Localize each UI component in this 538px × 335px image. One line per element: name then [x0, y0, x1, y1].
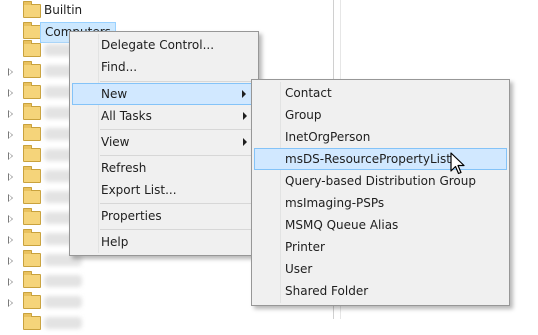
menu-separator [100, 81, 255, 82]
submenu-item-group[interactable]: Group [254, 104, 507, 126]
submenu-item-user[interactable]: User [254, 258, 507, 280]
folder-icon [23, 61, 41, 78]
folder-icon [23, 292, 41, 309]
menu-item-label: Printer [285, 240, 325, 254]
tree-item[interactable] [0, 313, 330, 335]
submenu-item-contact[interactable]: Contact [254, 82, 507, 104]
submenu-item-inetorgperson[interactable]: InetOrgPerson [254, 126, 507, 148]
context-menu: Delegate Control... Find... New All Task… [69, 31, 259, 256]
folder-icon [23, 22, 41, 39]
folder-icon [23, 208, 41, 225]
expand-arrow-icon[interactable] [8, 194, 13, 202]
submenu-item-msmq-queue-alias[interactable]: MSMQ Queue Alias [254, 214, 507, 236]
folder-icon [23, 145, 41, 162]
expand-arrow-icon[interactable] [8, 236, 13, 244]
menu-item-label: InetOrgPerson [285, 130, 371, 144]
expand-arrow-icon[interactable] [8, 173, 13, 181]
submenu-arrow-icon [243, 138, 247, 146]
menu-item-all-tasks[interactable]: All Tasks [72, 105, 256, 127]
submenu-item-printer[interactable]: Printer [254, 236, 507, 258]
folder-icon [23, 40, 41, 57]
folder-icon [23, 103, 41, 120]
menu-item-label: All Tasks [101, 109, 152, 123]
expand-arrow-icon[interactable] [8, 68, 13, 76]
mouse-pointer-icon [450, 152, 465, 175]
menu-item-delegate-control[interactable]: Delegate Control... [72, 34, 256, 56]
folder-icon [23, 82, 41, 99]
redacted-label [44, 296, 82, 308]
menu-item-refresh[interactable]: Refresh [72, 157, 256, 179]
submenu-arrow-icon [242, 90, 246, 98]
menu-item-label: New [101, 87, 128, 101]
expand-arrow-icon[interactable] [8, 278, 13, 286]
menu-item-label: Group [285, 108, 322, 122]
menu-item-new[interactable]: New [72, 83, 256, 105]
menu-item-label: Refresh [101, 161, 147, 175]
menu-item-label: Find... [101, 60, 138, 74]
menu-separator [100, 155, 255, 156]
menu-item-label: View [101, 135, 130, 149]
folder-icon [23, 187, 41, 204]
expand-arrow-icon[interactable] [8, 299, 13, 307]
folder-icon [23, 166, 41, 183]
folder-icon [23, 250, 41, 267]
menu-separator [100, 129, 255, 130]
menu-item-label: Export List... [101, 183, 177, 197]
folder-icon [23, 124, 41, 141]
submenu-item-shared-folder[interactable]: Shared Folder [254, 280, 507, 302]
menu-item-label: Help [101, 235, 129, 249]
menu-item-view[interactable]: View [72, 131, 256, 153]
menu-item-properties[interactable]: Properties [72, 205, 256, 227]
submenu-item-query-based-distribution-group[interactable]: Query-based Distribution Group [254, 170, 507, 192]
submenu-item-msds-resourcepropertylist[interactable]: msDS-ResourcePropertyList [254, 148, 507, 170]
menu-item-label: Delegate Control... [101, 38, 215, 52]
menu-item-label: Contact [285, 86, 332, 100]
menu-item-label: Query-based Distribution Group [285, 174, 476, 188]
expand-arrow-icon[interactable] [8, 89, 13, 97]
folder-icon [23, 1, 41, 18]
expand-arrow-icon[interactable] [8, 257, 13, 265]
submenu-arrow-icon [243, 112, 247, 120]
menu-item-label: User [285, 262, 313, 276]
tree-item-builtin[interactable]: Builtin [0, 1, 330, 23]
menu-separator [100, 229, 255, 230]
menu-item-label: msImaging-PSPs [285, 196, 385, 210]
menu-item-export-list[interactable]: Export List... [72, 179, 256, 201]
expand-arrow-icon[interactable] [8, 152, 13, 160]
new-submenu: Contact Group InetOrgPerson msDS-Resourc… [251, 79, 510, 306]
menu-item-label: MSMQ Queue Alias [285, 218, 399, 232]
menu-item-label: Properties [101, 209, 162, 223]
redacted-label [44, 275, 82, 287]
expand-arrow-icon[interactable] [8, 110, 13, 118]
expand-arrow-icon[interactable] [8, 131, 13, 139]
menu-item-label: Shared Folder [285, 284, 369, 298]
folder-icon [23, 313, 41, 330]
menu-item-help[interactable]: Help [72, 231, 256, 253]
menu-separator [100, 203, 255, 204]
submenu-item-msimaging-psps[interactable]: msImaging-PSPs [254, 192, 507, 214]
menu-item-find[interactable]: Find... [72, 56, 256, 78]
tree-item-label: Builtin [44, 3, 83, 17]
folder-icon [23, 271, 41, 288]
menu-item-label: msDS-ResourcePropertyList [285, 152, 451, 166]
expand-arrow-icon[interactable] [8, 215, 13, 223]
folder-icon [23, 229, 41, 246]
